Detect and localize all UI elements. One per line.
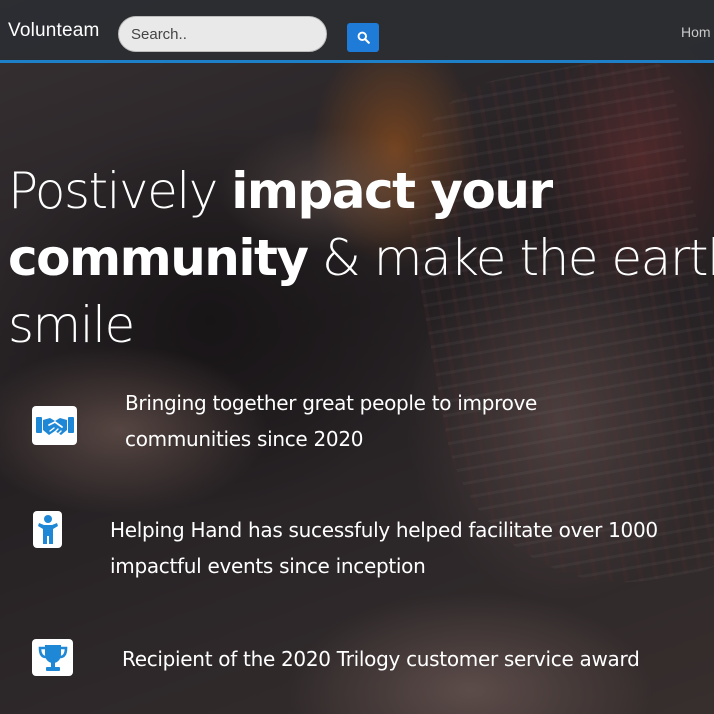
headline-text: Postively (8, 162, 232, 220)
search-input[interactable] (118, 16, 327, 52)
trophy-icon (32, 639, 73, 676)
feature-text-line: impactful events since inception (110, 554, 426, 578)
person-icon (33, 511, 62, 548)
brand-logo[interactable]: Volunteam (8, 20, 100, 42)
feature-text-line: communities since 2020 (125, 427, 364, 451)
headline-text: & make the earth (307, 229, 714, 287)
search-button[interactable] (347, 23, 379, 52)
hero-headline: Postively impact your community & make t… (8, 158, 714, 359)
navbar: Volunteam Hom (0, 0, 714, 63)
feature-item: Recipient of the 2020 Trilogy customer s… (122, 641, 640, 677)
headline-bold-text: impact your (231, 162, 553, 220)
handshake-icon (32, 406, 77, 445)
feature-text-line: Helping Hand has sucessfuly helped facil… (110, 518, 658, 542)
feature-text-line: Recipient of the 2020 Trilogy customer s… (122, 647, 640, 671)
headline-bold-text: community (8, 229, 309, 287)
search-icon (357, 31, 370, 44)
headline-text: smile (8, 296, 135, 354)
feature-text-line: Bringing together great people to improv… (125, 391, 538, 415)
nav-link-home[interactable]: Hom (681, 24, 711, 40)
feature-item: Bringing together great people to improv… (125, 385, 537, 457)
feature-item: Helping Hand has sucessfuly helped facil… (110, 512, 658, 584)
